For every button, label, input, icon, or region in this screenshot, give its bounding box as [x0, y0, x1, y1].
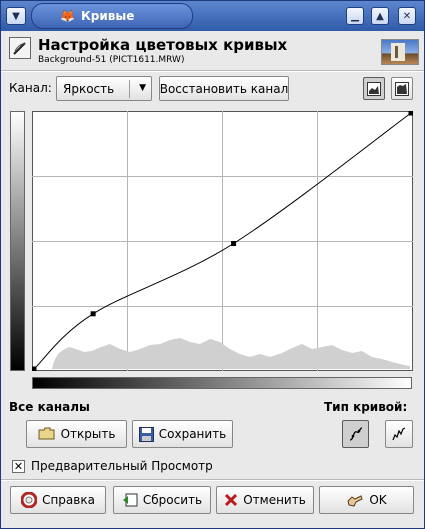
preview-checkbox[interactable]: ✕ [12, 459, 25, 473]
reset-icon [122, 492, 138, 508]
curve-type-label: Тип кривой: [324, 400, 408, 414]
help-button[interactable]: Справка [10, 486, 106, 514]
window-menu-button[interactable]: ▼ [6, 7, 26, 25]
minimize-button[interactable]: ▁ [346, 7, 364, 25]
curve-control-point[interactable] [408, 111, 414, 116]
channel-select[interactable]: Яркость ▼ [56, 76, 152, 101]
close-icon: ✕ [402, 10, 412, 22]
preview-label: Предварительный Просмотр [31, 459, 213, 473]
save-button[interactable]: Сохранить [132, 420, 233, 448]
open-button[interactable]: Открыть [26, 420, 127, 448]
curves-tool-icon [9, 37, 31, 59]
ok-hand-icon [346, 493, 364, 508]
reset-label: Сбросить [142, 493, 203, 507]
ok-button[interactable]: OK [319, 486, 414, 514]
curve-control-point[interactable] [90, 311, 96, 317]
linear-histogram-button[interactable] [363, 77, 385, 100]
curves-dialog: ▼ 🦊 Кривые ▁ ▲ ✕ Настройка цветовых крив… [0, 0, 425, 529]
title-bar[interactable]: ▼ 🦊 Кривые ▁ ▲ ✕ [1, 1, 424, 31]
channel-select-value: Яркость [63, 82, 115, 96]
linear-histogram-icon [367, 81, 381, 96]
log-histogram-button[interactable] [391, 77, 413, 100]
gimp-fox-icon: 🦊 [60, 9, 75, 23]
output-gradient-bar [10, 111, 25, 371]
cancel-button[interactable]: Отменить [216, 486, 314, 514]
folder-open-icon [38, 427, 56, 441]
smooth-curve-button[interactable] [342, 420, 369, 448]
lifebuoy-help-icon [21, 492, 38, 508]
dropdown-arrow-icon: ▼ [139, 83, 146, 93]
curve-control-point[interactable] [231, 241, 237, 247]
cancel-label: Отменить [243, 493, 306, 507]
image-thumbnail-icon [381, 39, 419, 65]
input-gradient-bar [32, 377, 412, 389]
log-histogram-icon [395, 81, 409, 96]
freehand-curve-icon [392, 427, 406, 441]
all-channels-label: Все каналы [9, 400, 90, 414]
image-name: Background-51 (PICT1611.MRW) [38, 55, 185, 65]
cancel-x-icon [224, 493, 238, 507]
maximize-button[interactable]: ▲ [371, 7, 389, 25]
save-label: Сохранить [158, 427, 227, 441]
chevron-down-icon: ▼ [12, 10, 20, 22]
freehand-curve-button[interactable] [385, 420, 413, 448]
minimize-icon: ▁ [351, 10, 359, 22]
floppy-save-icon [138, 426, 154, 442]
dialog-title: Настройка цветовых кривых [38, 36, 288, 54]
reset-channel-label: Восстановить канал [159, 81, 289, 96]
window-title: Кривые [80, 9, 135, 23]
maximize-icon: ▲ [376, 10, 384, 22]
header-separator [1, 70, 424, 72]
curve-graph[interactable] [32, 111, 413, 371]
footer-separator [1, 479, 424, 481]
dialog-header: Настройка цветовых кривых Background-51 … [9, 36, 419, 71]
channel-label: Канал: [9, 81, 52, 95]
help-label: Справка [42, 493, 95, 507]
window-title-pill[interactable]: 🦊 Кривые [31, 3, 193, 29]
open-label: Открыть [60, 427, 116, 441]
close-button[interactable]: ✕ [398, 7, 416, 25]
smooth-curve-icon [349, 427, 362, 441]
reset-channel-button[interactable]: Восстановить канал [159, 76, 289, 101]
combo-divider [129, 80, 130, 98]
ok-label: OK [369, 493, 387, 507]
reset-button[interactable]: Сбросить [113, 486, 211, 514]
preview-toggle[interactable]: ✕ Предварительный Просмотр [12, 459, 213, 473]
curve-control-point[interactable] [32, 366, 37, 372]
